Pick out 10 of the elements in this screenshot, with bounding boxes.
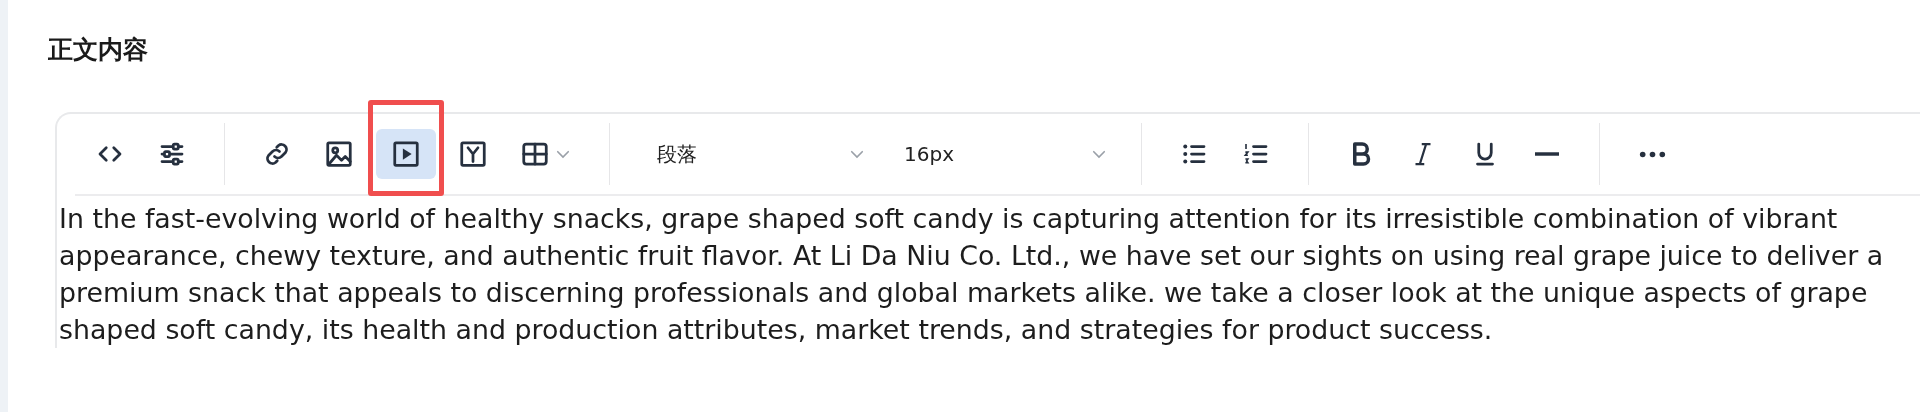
horizontal-rule-icon	[1533, 152, 1561, 156]
play-icon	[391, 139, 421, 169]
image-icon	[324, 139, 354, 169]
body-paragraph: In the fast-evolving world of healthy snacks, grape shaped soft candy is capturing attention for its irresistible combination of vibrant appearance, chewy texture, and authentic fruit flavor. At Li Da Niu Co. Ltd., we have set our sights on using real grape juice to deliver a premium snack that appeals to discerning professionals and global markets alike. we take a closer look at the unique aspects of grape shaped soft candy, its health and production attributes, market trends, and strategies for product success.	[58, 202, 1885, 347]
section-title: 正文内容	[48, 34, 149, 66]
dropdown-select[interactable]: 段落	[637, 129, 872, 179]
dropdown-select[interactable]: 16px	[884, 129, 1114, 179]
video-button[interactable]	[376, 129, 436, 179]
more-icon	[1638, 150, 1666, 158]
embed-icon	[458, 139, 488, 169]
